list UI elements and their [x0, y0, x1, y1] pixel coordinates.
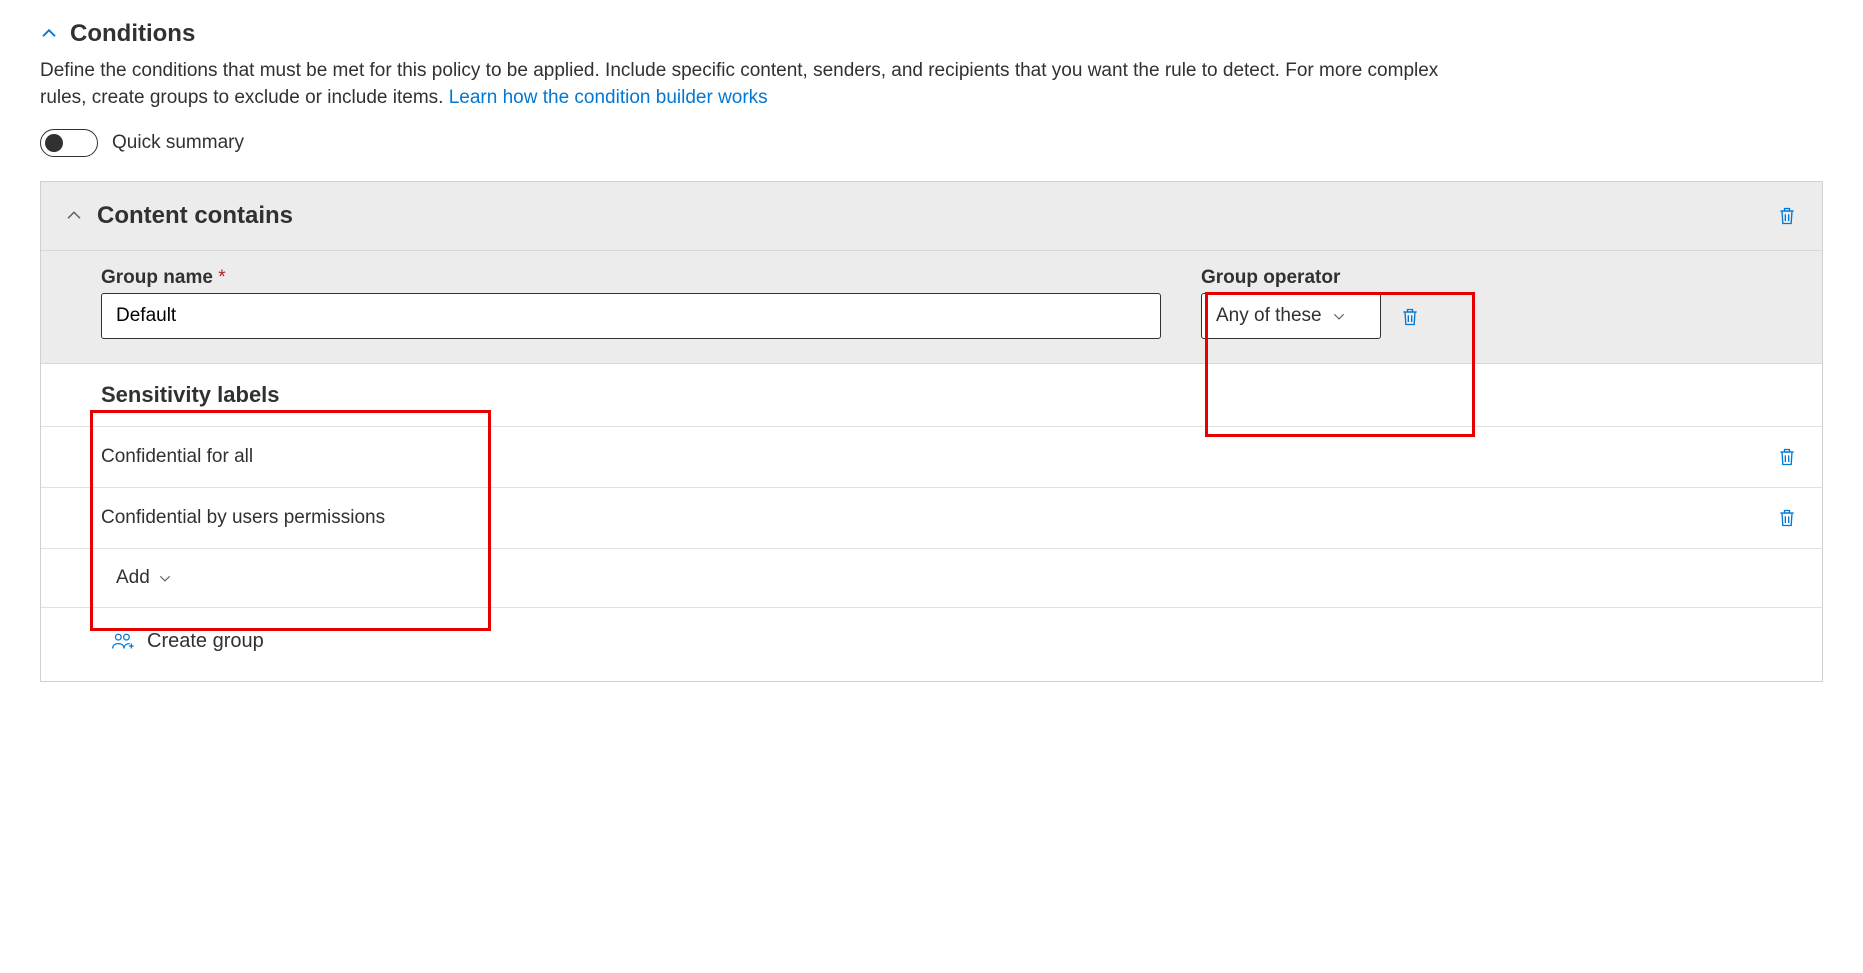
delete-condition-button[interactable] [1776, 204, 1798, 228]
create-group-button[interactable]: Create group [111, 630, 264, 653]
quick-summary-label: Quick summary [112, 132, 244, 154]
sensitivity-labels-header: Sensitivity labels [41, 364, 1822, 427]
toggle-knob [45, 134, 63, 152]
create-group-label: Create group [147, 630, 264, 653]
required-asterisk: * [218, 267, 225, 288]
group-name-label: Group name [101, 267, 213, 288]
chevron-up-icon [65, 207, 83, 225]
chevron-down-icon [158, 571, 172, 585]
group-settings-row: Group name * Group operator Any of these [41, 251, 1822, 364]
people-add-icon [111, 631, 137, 653]
conditions-section-header[interactable]: Conditions [40, 20, 1823, 48]
quick-summary-toggle[interactable] [40, 129, 98, 157]
content-contains-panel: Content contains Group name * Group oper… [40, 181, 1823, 682]
label-name: Confidential for all [101, 446, 1776, 468]
sensitivity-labels-title: Sensitivity labels [101, 382, 280, 407]
add-button-label: Add [116, 567, 150, 589]
create-group-row: Create group [41, 608, 1822, 681]
group-operator-label: Group operator [1201, 267, 1381, 289]
delete-group-button[interactable] [1399, 305, 1421, 329]
label-row: Confidential by users permissions [41, 488, 1822, 549]
group-operator-value: Any of these [1216, 305, 1322, 327]
chevron-up-icon [40, 25, 58, 43]
label-row: Confidential for all [41, 427, 1822, 488]
conditions-title: Conditions [70, 20, 195, 48]
content-contains-header[interactable]: Content contains [41, 182, 1822, 251]
add-row: Add [41, 549, 1822, 608]
group-name-input[interactable] [101, 293, 1161, 339]
label-name: Confidential by users permissions [101, 507, 1776, 529]
learn-more-link[interactable]: Learn how the condition builder works [449, 87, 768, 108]
delete-label-button[interactable] [1776, 445, 1798, 469]
content-contains-title: Content contains [97, 202, 1776, 230]
delete-label-button[interactable] [1776, 506, 1798, 530]
group-operator-dropdown[interactable]: Any of these [1201, 293, 1381, 339]
conditions-description: Define the conditions that must be met f… [40, 58, 1460, 111]
chevron-down-icon [1332, 309, 1346, 323]
add-button[interactable]: Add [116, 567, 172, 589]
